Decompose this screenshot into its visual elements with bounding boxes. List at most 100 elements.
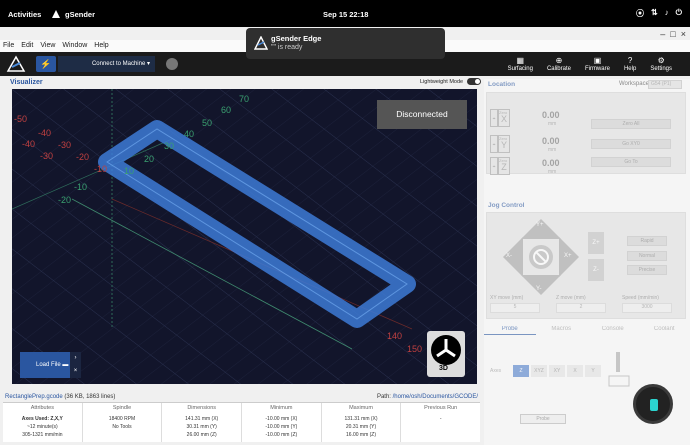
jog-y-minus[interactable]: Y- [536, 286, 541, 292]
stats-header: Previous Run [424, 405, 458, 411]
stats-value: -10.00 mm (X) [265, 416, 298, 422]
calibrate-button[interactable]: ⊕ Calibrate [547, 56, 571, 72]
usb-port-button[interactable]: ⚡ [36, 56, 56, 72]
zero-all-button[interactable]: Zero All [591, 119, 671, 129]
axis-label-xn20: -20 [76, 152, 89, 162]
menu-help[interactable]: Help [91, 40, 112, 52]
y-zero-label: Zero [499, 136, 508, 141]
axis-label-n40b: -40 [22, 139, 35, 149]
z-move-input[interactable]: 2 [556, 303, 606, 313]
file-meta: (36 KB, 1863 lines) [64, 394, 116, 400]
z-zero-label: Zero [499, 158, 508, 163]
probe-axis-xy[interactable]: XY [549, 365, 565, 377]
calibrate-label: Calibrate [546, 66, 571, 72]
visualizer-title: Visualizer [10, 79, 43, 86]
window-controls: – □ × [660, 29, 686, 39]
probe-axis-xyz[interactable]: XYZ [531, 365, 547, 377]
jog-x-plus[interactable]: X+ [564, 253, 572, 259]
menu-view[interactable]: View [37, 40, 59, 52]
maximize-icon[interactable]: □ [670, 29, 675, 39]
menu-file[interactable]: File [0, 40, 18, 52]
probe-axis-y[interactable]: Y [585, 365, 601, 377]
surfacing-button[interactable]: ▦ Surfacing [508, 56, 533, 72]
y-axis-label: Y [500, 140, 507, 150]
gsender-logo-icon [6, 55, 26, 72]
firmware-button[interactable]: ▣ Firmware [585, 56, 610, 72]
stats-value: 26.00 mm (Z) [186, 432, 217, 438]
notification-title: gSender Edge [271, 34, 322, 43]
help-button[interactable]: ? Help [624, 56, 636, 72]
tab-console[interactable]: Console [587, 323, 639, 335]
speed-input[interactable]: 3000 [622, 303, 672, 313]
file-path: Path: /home/osh/Documents/GCODE/ [377, 394, 478, 400]
view-mode-label: 3D [439, 365, 448, 372]
speed-label: Speed (mm/min) [622, 295, 659, 301]
xy-move-input[interactable]: 5 [490, 303, 540, 313]
view-cube[interactable]: 3D [427, 331, 465, 377]
firmware-icon: ▣ [593, 56, 602, 65]
activities-button[interactable]: Activities [8, 10, 41, 19]
jog-y-plus[interactable]: Y+ [536, 222, 544, 228]
jog-z-plus[interactable]: Z+ [588, 232, 604, 254]
stats-previous-run: Previous Run - [401, 403, 480, 442]
tab-probe[interactable]: Probe [484, 323, 536, 335]
stats-dimensions: Dimensions 141.31 mm (X) 30.31 mm (Y) 26… [162, 403, 243, 442]
app-menu[interactable]: gSender [51, 9, 95, 19]
tab-coolant[interactable]: Coolant [639, 323, 690, 335]
axis-label-y10: 10 [124, 166, 134, 176]
lightweight-toggle[interactable] [467, 78, 482, 85]
path-value: /home/osh/Documents/GCODE/ [392, 394, 478, 400]
axis-label-y50: 50 [202, 118, 212, 128]
axis-label-n30b: -30 [40, 151, 53, 161]
view-cube-icon [431, 335, 461, 365]
jog-x-minus[interactable]: X- [506, 253, 512, 259]
x-unit: mm [548, 121, 557, 127]
stats-value: -10.00 mm (Y) [265, 424, 298, 430]
rapid-button[interactable]: Rapid [627, 236, 667, 246]
minimize-icon[interactable]: – [660, 29, 665, 39]
file-stats-table: Attributes Axes Used: Z,X,Y ~12 minute(s… [3, 402, 480, 442]
notification[interactable]: gSender Edge "" is ready [246, 28, 445, 59]
clock[interactable]: Sep 15 22:18 [323, 10, 368, 19]
stats-header: Spindle [112, 405, 132, 411]
load-file-side: › × [70, 352, 81, 378]
axis-label-x140: 140 [387, 331, 402, 341]
unlock-icon[interactable] [166, 58, 178, 70]
axis-label-y20: 20 [144, 154, 154, 164]
go-xy0-button[interactable]: Go XY0 [591, 139, 671, 149]
axis-label-y70: 70 [239, 94, 249, 104]
workspace-select[interactable]: G54 (P1) [648, 80, 682, 89]
axis-label-y40: 40 [184, 129, 194, 139]
jog-z-minus[interactable]: Z- [588, 259, 604, 281]
precise-button[interactable]: Precise [627, 265, 667, 275]
axis-label-xn40: -40 [38, 128, 51, 138]
close-file-icon[interactable]: × [70, 365, 81, 378]
x-axis-label: X [500, 114, 507, 124]
settings-button[interactable]: ⚙ Settings [650, 56, 672, 72]
menu-window[interactable]: Window [59, 40, 91, 52]
menu-edit[interactable]: Edit [18, 40, 37, 52]
chevron-right-icon[interactable]: › [70, 352, 81, 365]
visualizer-canvas[interactable]: 70 60 50 40 30 20 10 -40 -30 -20 -10 140… [12, 89, 477, 384]
network-icon: ⇅ [650, 8, 658, 17]
stats-value: -10.00 mm (Z) [265, 432, 298, 438]
tab-macros[interactable]: Macros [536, 323, 588, 335]
axis-label-n50: -50 [14, 114, 27, 124]
z-unit: mm [548, 169, 557, 175]
probe-button[interactable]: Probe [520, 414, 566, 424]
normal-button[interactable]: Normal [627, 251, 667, 261]
surfacing-label: Surfacing [507, 66, 533, 72]
probe-diagram [604, 350, 634, 390]
probe-axis-x[interactable]: X [567, 365, 583, 377]
tool-tabs: Probe Macros Console Coolant [484, 323, 690, 335]
probe-axis-z[interactable]: Z [513, 365, 529, 377]
zero-y-icon[interactable]: ⌖ [490, 135, 498, 153]
axis-label-n10b: -10 [74, 182, 87, 192]
close-icon[interactable]: × [681, 29, 686, 39]
connect-button[interactable]: Connect to Machine ▾ [58, 56, 155, 72]
system-tray[interactable]: ⦿ ⇅ ♪ ⏻ [636, 8, 682, 19]
zero-z-icon[interactable]: ⌖ [490, 157, 498, 175]
stats-value: ~12 minute(s) [26, 424, 58, 430]
go-to-button[interactable]: Go To [591, 157, 671, 167]
zero-x-icon[interactable]: ⌖ [490, 109, 498, 127]
